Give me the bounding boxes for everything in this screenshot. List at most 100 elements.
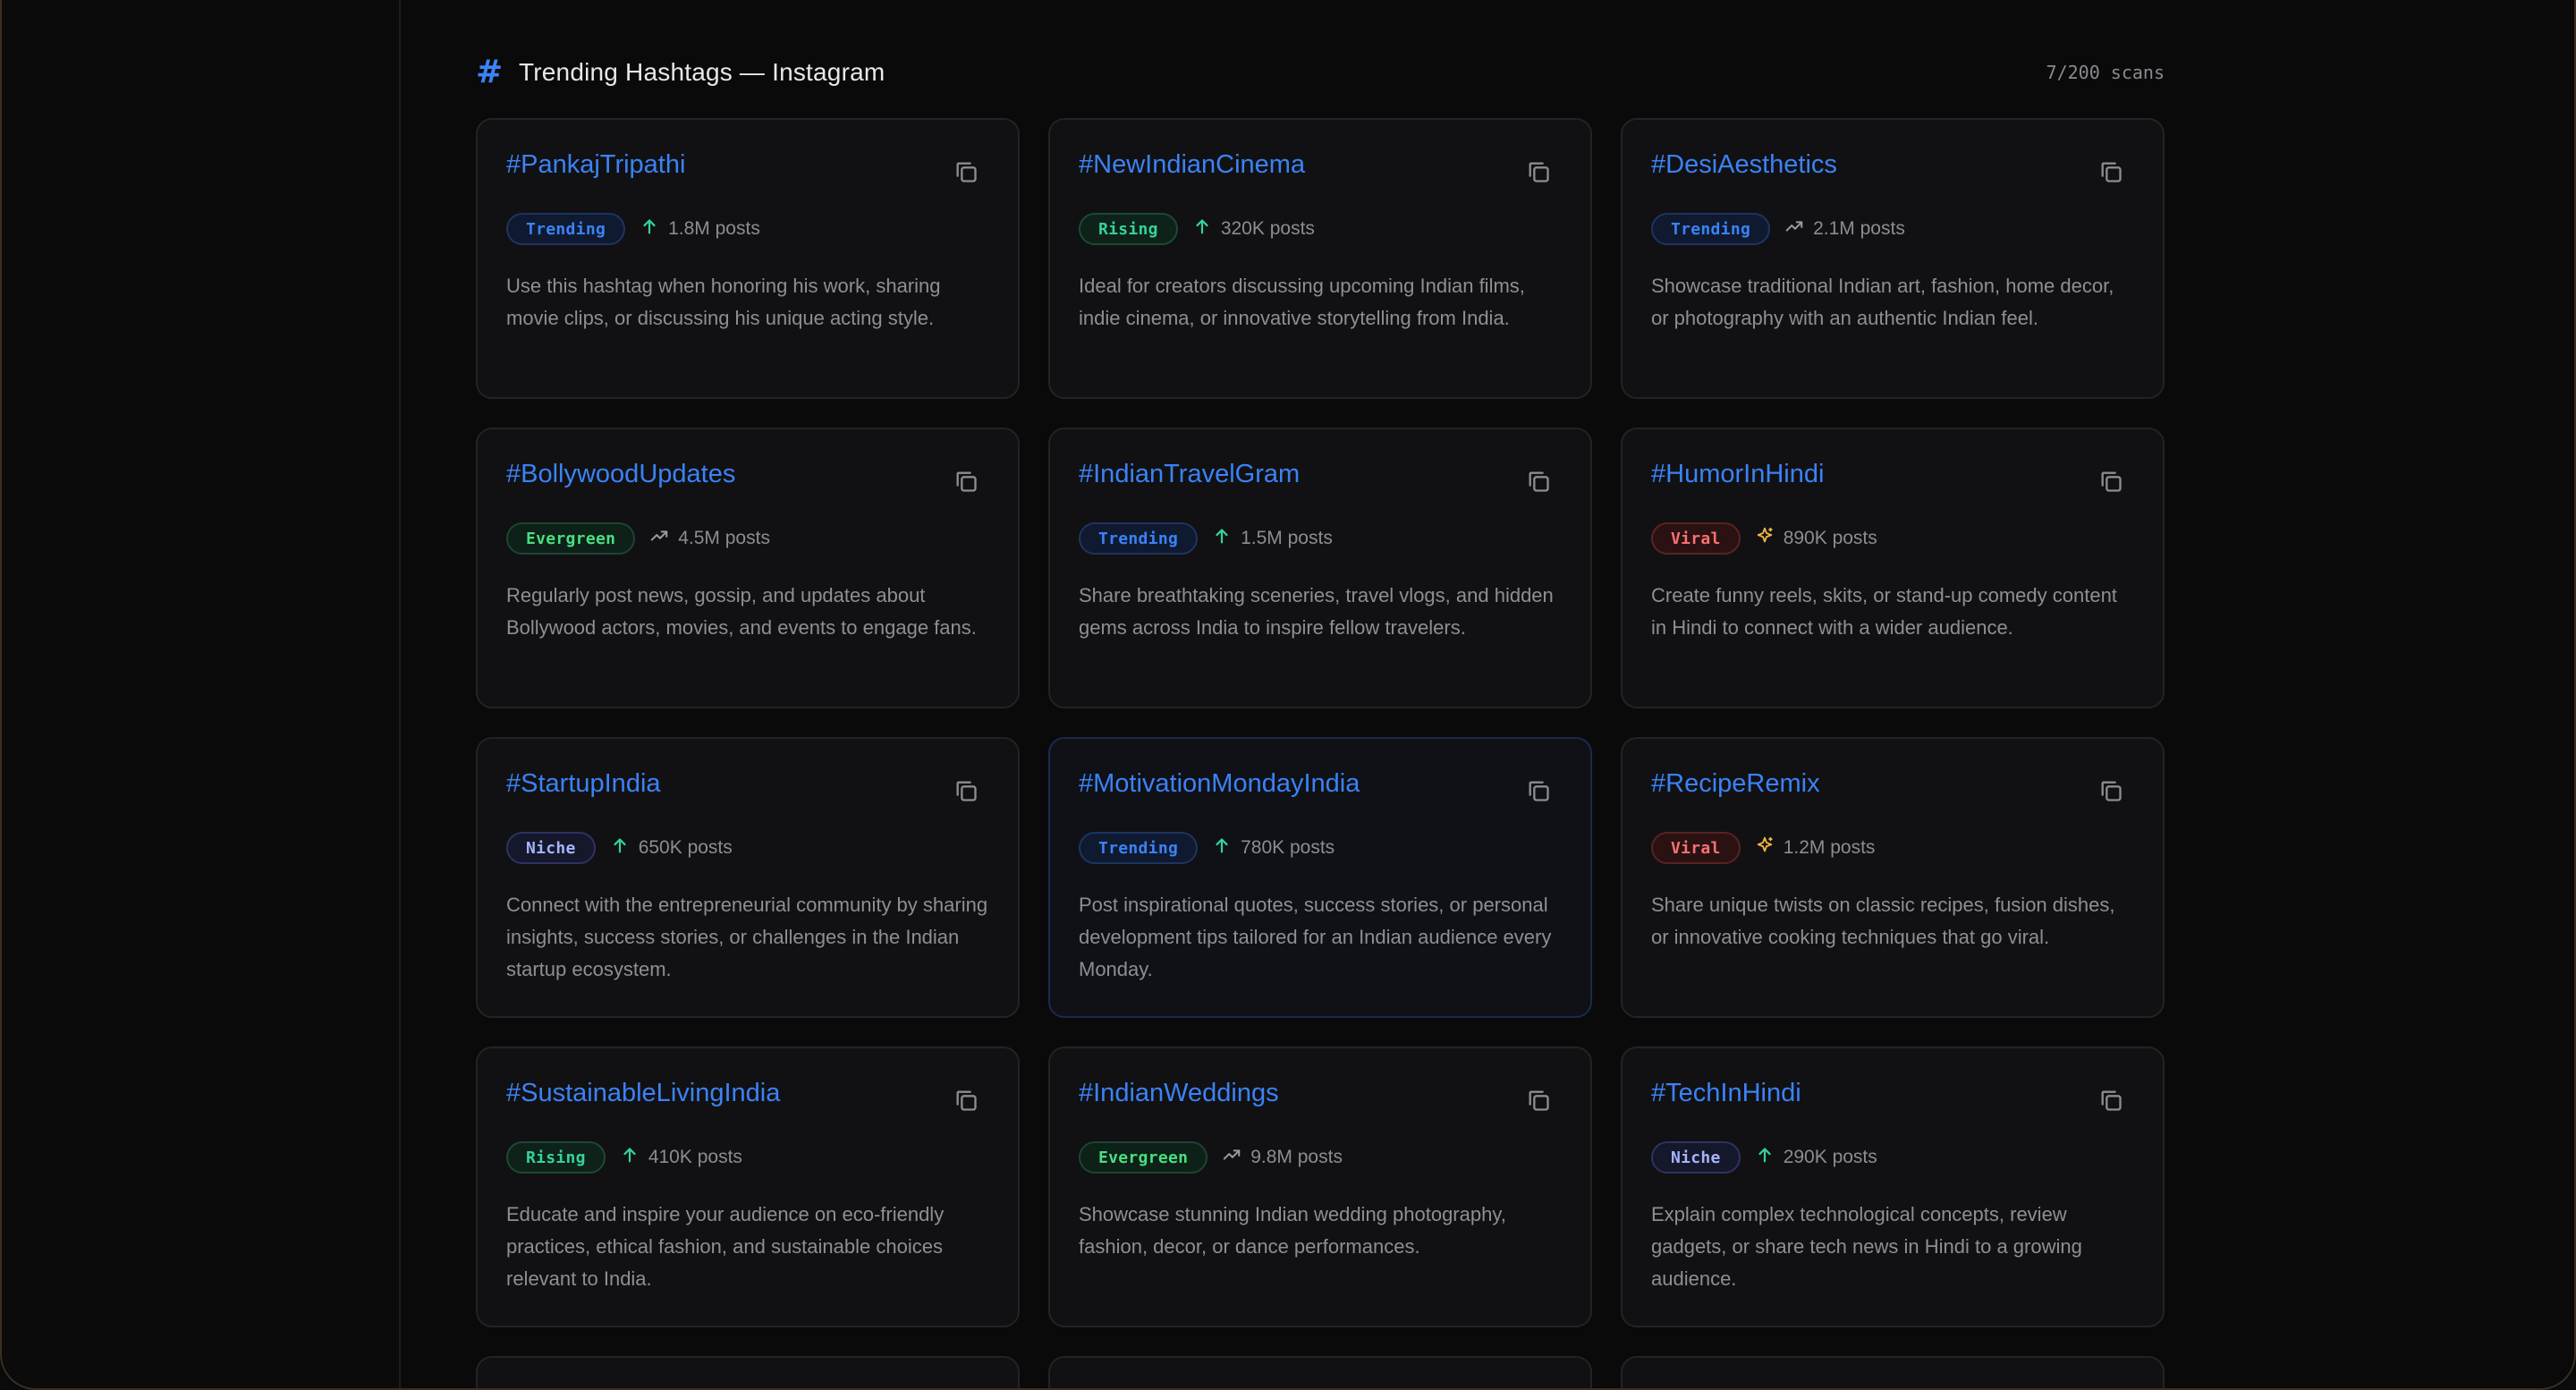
section-header: # Trending Hashtags — Instagram 7/200 sc… bbox=[476, 52, 2165, 93]
hashtag-name[interactable]: #RecipeRemix bbox=[1651, 766, 2134, 801]
next-row-partial bbox=[476, 1356, 2165, 1388]
post-count: 410K posts bbox=[620, 1145, 742, 1170]
copy-icon[interactable] bbox=[953, 159, 979, 184]
sparkle-icon bbox=[1757, 836, 1773, 852]
hashtag-card[interactable]: #HumorInHindi Viral 890K posts Create fu… bbox=[1621, 428, 2165, 708]
hashtag-name[interactable]: #DesiAesthetics bbox=[1651, 147, 2134, 182]
hashtag-card[interactable]: #PankajTripathi Trending 1.8M posts Use … bbox=[476, 118, 1020, 399]
hashtag-description: Share unique twists on classic recipes, … bbox=[1651, 894, 2115, 948]
hashtag-name[interactable]: #TechInHindi bbox=[1651, 1075, 2134, 1111]
post-count-label: 780K posts bbox=[1241, 837, 1335, 858]
status-badge: Viral bbox=[1651, 522, 1741, 555]
hashtag-description: Share breathtaking sceneries, travel vlo… bbox=[1079, 584, 1554, 639]
post-count-label: 1.8M posts bbox=[668, 218, 760, 239]
hashtag-name[interactable]: #BollywoodUpdates bbox=[506, 456, 989, 492]
post-count-label: 1.5M posts bbox=[1241, 528, 1333, 548]
hashtag-card[interactable]: #MotivationMondayIndia Trending 780K pos… bbox=[1048, 737, 1592, 1018]
arrow-up-icon bbox=[643, 219, 656, 234]
hashtag-card[interactable]: #StartupIndia Niche 650K posts Connect w… bbox=[476, 737, 1020, 1018]
trending-up-icon bbox=[650, 530, 668, 541]
post-count: 290K posts bbox=[1755, 1145, 1877, 1170]
hashtag-description: Ideal for creators discussing upcoming I… bbox=[1079, 275, 1525, 329]
status-badge: Trending bbox=[1079, 832, 1199, 864]
post-count: 890K posts bbox=[1755, 526, 1877, 551]
hashtag-description: Showcase traditional Indian art, fashion… bbox=[1651, 275, 2114, 329]
hashtag-description: Educate and inspire your audience on eco… bbox=[506, 1203, 945, 1290]
hashtag-name[interactable]: #MotivationMondayIndia bbox=[1079, 766, 1562, 801]
arrow-up-icon bbox=[1216, 529, 1228, 544]
post-count-label: 890K posts bbox=[1783, 528, 1877, 548]
hashtag-name[interactable]: #NewIndianCinema bbox=[1079, 147, 1562, 182]
hashtag-card[interactable]: #IndianWeddings Evergreen 9.8M posts Sho… bbox=[1048, 1047, 1592, 1327]
hashtag-name[interactable]: #PankajTripathi bbox=[506, 147, 989, 182]
post-count: 1.8M posts bbox=[640, 216, 760, 242]
copy-icon[interactable] bbox=[1526, 778, 1551, 803]
app-window: # Trending Hashtags — Instagram 7/200 sc… bbox=[0, 0, 2576, 1390]
post-count: 1.5M posts bbox=[1212, 526, 1333, 551]
status-badge: Rising bbox=[506, 1141, 606, 1174]
hashtag-description: Post inspirational quotes, success stori… bbox=[1079, 894, 1552, 980]
arrow-up-icon bbox=[1196, 219, 1208, 234]
hashtag-description: Regularly post news, gossip, and updates… bbox=[506, 584, 977, 639]
post-count-label: 2.1M posts bbox=[1813, 218, 1905, 239]
status-badge: Trending bbox=[1079, 522, 1199, 555]
post-count-label: 1.2M posts bbox=[1783, 837, 1876, 858]
card-meta: Viral 890K posts bbox=[1651, 522, 2134, 555]
hashtag-card[interactable]: #BollywoodUpdates Evergreen 4.5M posts R… bbox=[476, 428, 1020, 708]
card-meta: Niche 650K posts bbox=[506, 832, 989, 864]
card-meta: Trending 2.1M posts bbox=[1651, 213, 2134, 245]
hashtag-card[interactable]: #IndianTravelGram Trending 1.5M posts Sh… bbox=[1048, 428, 1592, 708]
post-count-label: 4.5M posts bbox=[678, 528, 770, 548]
hashtag-description: Connect with the entrepreneurial communi… bbox=[506, 894, 988, 980]
card-meta: Niche 290K posts bbox=[1651, 1141, 2134, 1174]
copy-icon[interactable] bbox=[2098, 159, 2123, 184]
scan-counter: 7/200 scans bbox=[2046, 62, 2165, 83]
hashtag-icon: # bbox=[476, 54, 504, 90]
hashtag-card[interactable]: #RecipeRemix Viral 1.2M posts Share uniq… bbox=[1621, 737, 2165, 1018]
post-count: 780K posts bbox=[1212, 835, 1335, 860]
copy-icon[interactable] bbox=[2098, 778, 2123, 803]
hashtag-name[interactable]: #SustainableLivingIndia bbox=[506, 1075, 989, 1111]
post-count-label: 650K posts bbox=[638, 837, 733, 858]
copy-icon[interactable] bbox=[2098, 469, 2123, 494]
post-count: 320K posts bbox=[1192, 216, 1315, 242]
copy-icon[interactable] bbox=[1526, 469, 1551, 494]
hashtag-card[interactable]: #TechInHindi Niche 290K posts Explain co… bbox=[1621, 1047, 2165, 1327]
arrow-up-icon bbox=[614, 838, 626, 853]
hashtag-card-partial[interactable] bbox=[476, 1356, 1020, 1388]
copy-icon[interactable] bbox=[953, 469, 979, 494]
header-title-group: # Trending Hashtags — Instagram bbox=[476, 56, 885, 89]
hashtag-card[interactable]: #NewIndianCinema Rising 320K posts Ideal… bbox=[1048, 118, 1592, 399]
hashtag-grid: #PankajTripathi Trending 1.8M posts Use … bbox=[476, 118, 2165, 1327]
card-meta: Viral 1.2M posts bbox=[1651, 832, 2134, 864]
card-meta: Evergreen 9.8M posts bbox=[1079, 1141, 1562, 1174]
hashtag-card-partial[interactable] bbox=[1621, 1356, 2165, 1388]
card-meta: Trending 1.8M posts bbox=[506, 213, 989, 245]
copy-icon[interactable] bbox=[1526, 1088, 1551, 1113]
post-count: 650K posts bbox=[610, 835, 733, 860]
hashtag-card[interactable]: #DesiAesthetics Trending 2.1M posts Show… bbox=[1621, 118, 2165, 399]
page-title: Trending Hashtags — Instagram bbox=[519, 58, 886, 86]
status-badge: Rising bbox=[1079, 213, 1178, 245]
copy-icon[interactable] bbox=[953, 1088, 979, 1113]
sidebar bbox=[2, 0, 401, 1388]
trending-up-icon bbox=[1785, 221, 1803, 232]
hashtag-name[interactable]: #HumorInHindi bbox=[1651, 456, 2134, 492]
post-count-label: 410K posts bbox=[648, 1147, 742, 1167]
post-count: 1.2M posts bbox=[1755, 835, 1876, 860]
copy-icon[interactable] bbox=[2098, 1088, 2123, 1113]
card-meta: Evergreen 4.5M posts bbox=[506, 522, 989, 555]
hashtag-name[interactable]: #IndianTravelGram bbox=[1079, 456, 1562, 492]
status-badge: Trending bbox=[1651, 213, 1771, 245]
hashtag-name[interactable]: #StartupIndia bbox=[506, 766, 989, 801]
hashtag-card[interactable]: #SustainableLivingIndia Rising 410K post… bbox=[476, 1047, 1020, 1327]
hashtag-description: Explain complex technological concepts, … bbox=[1651, 1203, 2082, 1290]
card-meta: Trending 1.5M posts bbox=[1079, 522, 1562, 555]
status-badge: Evergreen bbox=[1079, 1141, 1208, 1174]
post-count-label: 290K posts bbox=[1783, 1147, 1877, 1167]
copy-icon[interactable] bbox=[953, 778, 979, 803]
hashtag-name[interactable]: #IndianWeddings bbox=[1079, 1075, 1562, 1111]
hashtag-card-partial[interactable] bbox=[1048, 1356, 1592, 1388]
trending-up-icon bbox=[1223, 1149, 1241, 1160]
copy-icon[interactable] bbox=[1526, 159, 1551, 184]
